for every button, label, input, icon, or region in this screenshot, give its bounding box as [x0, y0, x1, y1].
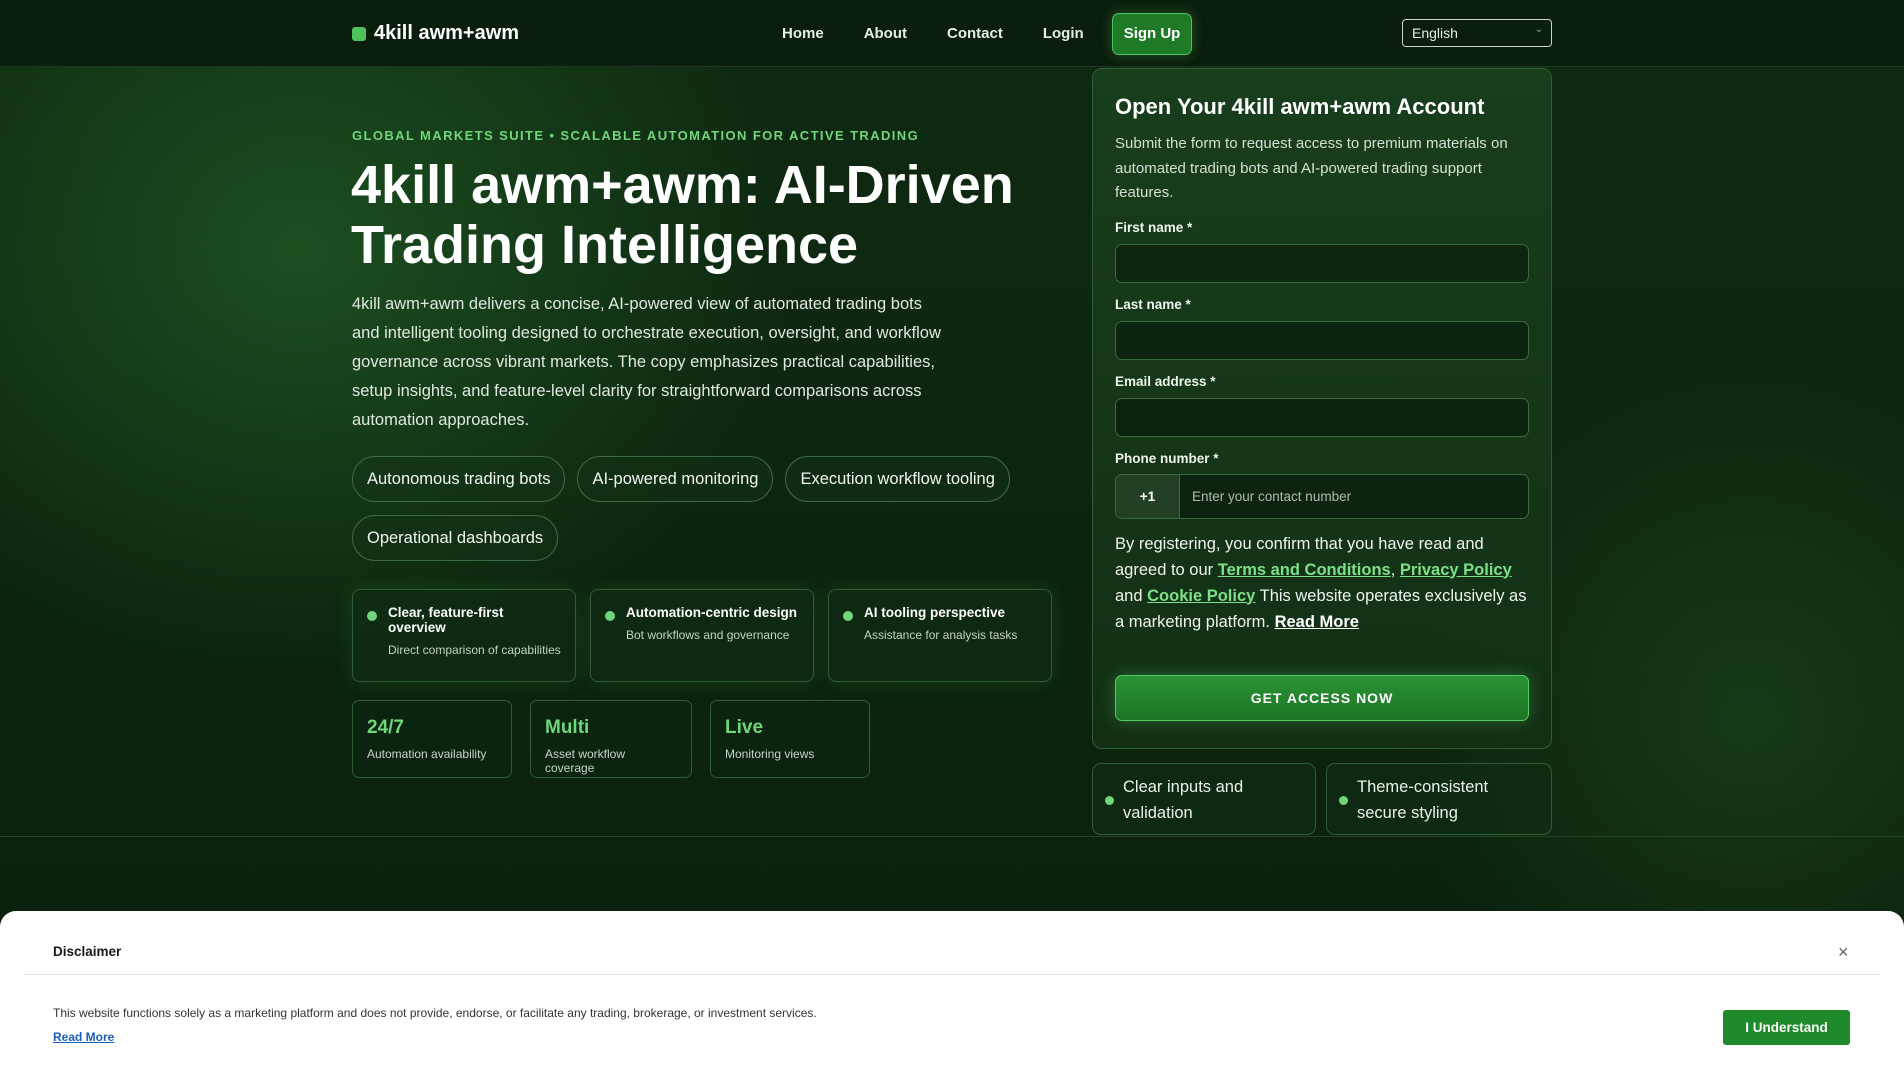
- stat-label: Automation availability: [367, 747, 487, 761]
- stat-label: Asset workflow coverage: [545, 747, 626, 775]
- logo-text: 4kill awm+awm: [374, 22, 520, 44]
- phone-label: Phone number *: [1115, 450, 1219, 466]
- logo-icon: [352, 26, 366, 41]
- feature-subtitle: Direct comparison of capabilities: [388, 643, 561, 657]
- language-value: English: [1412, 25, 1458, 41]
- form-badge: Clear inputs and validation: [1092, 763, 1316, 835]
- bullet-dot-icon: [1339, 796, 1348, 805]
- feature-card: Clear, feature-first overview Direct com…: [352, 589, 576, 682]
- last-name-label: Last name *: [1115, 296, 1191, 312]
- feature-subtitle: Bot workflows and governance: [626, 628, 790, 642]
- capability-pills: Autonomous trading bots AI-powered monit…: [352, 456, 1032, 561]
- nav-home[interactable]: Home: [762, 14, 844, 54]
- cookie-link[interactable]: Cookie Policy: [1147, 587, 1255, 605]
- disclaimer-read-more-link[interactable]: Read More: [53, 1030, 114, 1044]
- feature-title: Automation-centric design: [626, 605, 798, 620]
- stat-label: Monitoring views: [725, 747, 815, 761]
- bullet-dot-icon: [605, 611, 615, 621]
- form-title: Open Your 4kill awm+awm Account: [1115, 94, 1485, 119]
- terms-and: and: [1115, 586, 1148, 605]
- bullet-dot-icon: [1105, 796, 1114, 805]
- stat-card: Live Monitoring views: [710, 700, 870, 778]
- feature-subtitle: Assistance for analysis tasks: [864, 628, 1018, 642]
- nav-contact[interactable]: Contact: [927, 14, 1023, 54]
- site-header: 4kill awm+awm Home About Contact Login S…: [0, 0, 1904, 67]
- hero-title: 4kill awm+awm: AI-Driven Trading Intelli…: [351, 155, 1014, 275]
- bullet-dot-icon: [367, 611, 377, 621]
- form-badge: Theme-consistent secure styling: [1326, 763, 1552, 835]
- chevron-down-icon: ⌄: [1534, 24, 1543, 35]
- form-subtitle: Submit the form to request access to pre…: [1115, 135, 1508, 201]
- pill-ai-monitoring: AI-powered monitoring: [577, 456, 774, 502]
- hero-eyebrow: GLOBAL MARKETS SUITE • SCALABLE AUTOMATI…: [352, 128, 920, 143]
- stat-card: Multi Asset workflow coverage: [530, 700, 692, 778]
- signup-button[interactable]: Sign Up: [1111, 13, 1193, 55]
- email-field[interactable]: [1115, 397, 1529, 437]
- section-divider: [0, 836, 1904, 837]
- last-name-field[interactable]: [1115, 320, 1529, 360]
- read-more-link[interactable]: Read More: [1275, 613, 1359, 631]
- disclaimer-text: This website functions solely as a marke…: [53, 1006, 817, 1020]
- disclaimer-title: Disclaimer: [53, 944, 122, 959]
- terms-comma: ,: [1390, 560, 1400, 579]
- disclaimer-divider: [24, 974, 1880, 975]
- main-nav: Home About Contact Login Sign Up: [762, 13, 1193, 55]
- understand-button[interactable]: I Understand: [1723, 1010, 1850, 1045]
- logo[interactable]: 4kill awm+awm: [352, 22, 519, 45]
- badge-label: Clear inputs and validation: [1123, 778, 1244, 822]
- signup-form-card: Open Your 4kill awm+awm Account Submit t…: [1092, 68, 1552, 749]
- pill-dashboards: Operational dashboards: [352, 515, 559, 561]
- language-select[interactable]: English ⌄: [1402, 19, 1552, 47]
- disclaimer-banner: Disclaimer × This website functions sole…: [0, 911, 1904, 1078]
- get-access-button[interactable]: GET ACCESS NOW: [1115, 674, 1529, 721]
- stat-value: Multi: [545, 717, 590, 738]
- first-name-label: First name *: [1115, 219, 1193, 235]
- feature-cards: Clear, feature-first overview Direct com…: [352, 589, 1052, 682]
- feature-title: Clear, feature-first overview: [388, 605, 504, 635]
- stat-value: 24/7: [367, 717, 404, 738]
- feature-card: AI tooling perspective Assistance for an…: [828, 589, 1052, 682]
- hero-description: 4kill awm+awm delivers a concise, AI-pow…: [352, 295, 941, 429]
- terms-text: By registering, you confirm that you hav…: [1115, 531, 1529, 635]
- stat-card: 24/7 Automation availability: [352, 700, 512, 778]
- nav-about[interactable]: About: [844, 14, 927, 54]
- stat-cards: 24/7 Automation availability Multi Asset…: [352, 700, 870, 778]
- feature-card: Automation-centric design Bot workflows …: [590, 589, 814, 682]
- pill-autonomous-bots: Autonomous trading bots: [352, 456, 566, 502]
- form-badges: Clear inputs and validation Theme-consis…: [1092, 763, 1552, 835]
- phone-input-group: +1: [1115, 473, 1529, 519]
- phone-field[interactable]: [1180, 474, 1528, 518]
- first-name-field[interactable]: [1115, 243, 1529, 283]
- country-code-selector[interactable]: +1: [1116, 474, 1180, 518]
- pill-execution-tooling: Execution workflow tooling: [785, 456, 1010, 502]
- bullet-dot-icon: [843, 611, 853, 621]
- nav-login[interactable]: Login: [1023, 14, 1104, 54]
- badge-label: Theme-consistent secure styling: [1357, 778, 1489, 822]
- email-label: Email address *: [1115, 373, 1216, 389]
- stat-value: Live: [725, 717, 764, 738]
- terms-link[interactable]: Terms and Conditions: [1218, 561, 1391, 579]
- close-icon[interactable]: ×: [1838, 942, 1849, 963]
- privacy-link[interactable]: Privacy Policy: [1400, 561, 1512, 579]
- feature-title: AI tooling perspective: [864, 605, 1006, 620]
